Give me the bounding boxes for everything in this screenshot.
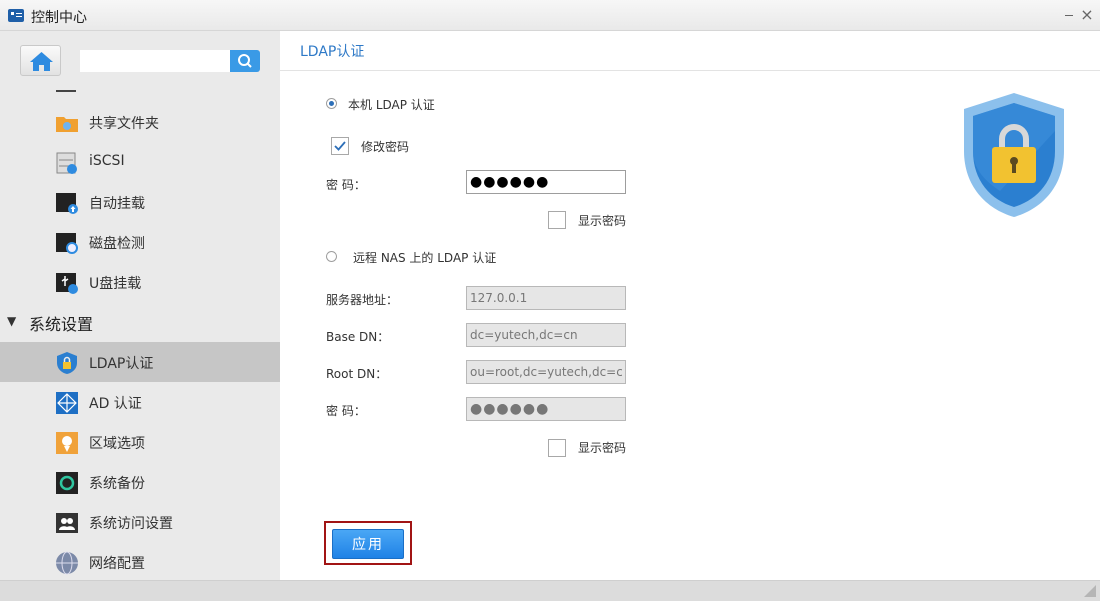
sidebar-item-label: LDAP认证 <box>89 356 154 372</box>
content-header: LDAP认证 <box>280 31 1100 71</box>
access-icon <box>56 513 78 533</box>
ldap-icon <box>57 352 77 374</box>
close-button[interactable]: × <box>1078 6 1096 24</box>
backup-icon <box>56 472 78 494</box>
title-bar: 控制中心 × <box>0 0 1100 31</box>
sidebar-item-label: 自动挂载 <box>89 196 145 212</box>
sidebar-item-partial <box>56 90 76 92</box>
shield-lock-icon <box>964 93 1064 217</box>
sidebar-item-label: 系统访问设置 <box>89 516 173 532</box>
root-dn-label: Root DN： <box>326 367 388 381</box>
search-button[interactable] <box>230 50 260 72</box>
content-panel: LDAP认证 本机 LDAP 认证 修改密码 密 码： 显示密码 远程 NAS … <box>280 31 1100 580</box>
section-label: 系统设置 <box>29 315 94 334</box>
usb-mount-icon <box>56 273 78 294</box>
show-password-checkbox-local[interactable] <box>548 211 566 229</box>
remote-ldap-label: 远程 NAS 上的 LDAP 认证 <box>353 251 497 265</box>
sidebar-item-label: 系统备份 <box>89 476 145 492</box>
sidebar-item-label: iSCSI <box>89 153 125 169</box>
show-password-label-remote: 显示密码 <box>578 441 627 455</box>
remote-password-field[interactable] <box>466 397 626 421</box>
sidebar-item-ad[interactable]: AD 认证 <box>0 382 280 422</box>
sidebar-item-disk-check[interactable]: 磁盘检测 <box>0 222 280 262</box>
home-icon <box>30 52 53 71</box>
ad-icon <box>56 392 78 414</box>
page-title: LDAP认证 <box>300 44 365 60</box>
sidebar-item-label: U盘挂载 <box>89 276 142 292</box>
sidebar-item-usb-mount[interactable]: U盘挂载 <box>0 262 280 302</box>
iscsi-icon <box>56 152 77 174</box>
server-address-label: 服务器地址： <box>326 293 399 307</box>
local-ldap-radio[interactable] <box>326 98 337 109</box>
minimize-button[interactable] <box>1060 6 1078 24</box>
disk-check-icon <box>56 233 78 254</box>
checkmark-icon <box>334 141 346 151</box>
collapse-arrow-icon: ▼ <box>7 314 17 328</box>
show-password-label-local: 显示密码 <box>578 214 627 228</box>
local-password-label: 密 码： <box>326 178 366 192</box>
region-icon <box>56 432 78 454</box>
sidebar-item-label: 网络配置 <box>89 556 145 572</box>
network-icon <box>56 551 78 575</box>
change-password-checkbox[interactable] <box>331 137 349 155</box>
sidebar: 共享文件夹 iSCSI 自动挂载 磁盘检测 U盘挂载 ▼ 系统设置 LDAP认证… <box>0 31 280 580</box>
base-dn-label: Base DN： <box>326 330 390 344</box>
root-dn-field[interactable] <box>466 360 626 384</box>
local-password-field[interactable] <box>466 170 626 194</box>
resize-grip-icon[interactable] <box>1084 585 1096 597</box>
sidebar-item-access[interactable]: 系统访问设置 <box>0 502 280 542</box>
sidebar-item-label: 区域选项 <box>89 436 145 452</box>
remote-password-label: 密 码： <box>326 404 366 418</box>
server-address-field[interactable] <box>466 286 626 310</box>
sidebar-item-label: 磁盘检测 <box>89 236 145 252</box>
change-password-label: 修改密码 <box>361 140 410 154</box>
sidebar-item-ldap[interactable]: LDAP认证 <box>0 342 280 382</box>
sidebar-item-region[interactable]: 区域选项 <box>0 422 280 462</box>
sidebar-item-network[interactable]: 网络配置 <box>0 542 280 580</box>
sidebar-item-shared-folder[interactable]: 共享文件夹 <box>0 102 280 142</box>
search-icon <box>238 54 252 68</box>
window-title: 控制中心 <box>31 10 87 26</box>
sidebar-item-label: 共享文件夹 <box>89 116 159 132</box>
apply-button[interactable]: 应用 <box>332 529 404 559</box>
sidebar-item-iscsi[interactable]: iSCSI <box>0 142 280 182</box>
sidebar-item-auto-mount[interactable]: 自动挂载 <box>0 182 280 222</box>
remote-ldap-radio[interactable] <box>326 251 337 262</box>
base-dn-field[interactable] <box>466 323 626 347</box>
section-system-settings[interactable]: ▼ 系统设置 <box>0 302 280 342</box>
auto-mount-icon <box>56 193 78 214</box>
home-button[interactable] <box>20 45 61 76</box>
show-password-checkbox-remote[interactable] <box>548 439 566 457</box>
search-input[interactable] <box>80 50 230 72</box>
control-center-icon <box>8 9 24 22</box>
sidebar-item-label: AD 认证 <box>89 396 142 412</box>
shared-folder-icon <box>56 117 78 132</box>
local-ldap-label: 本机 LDAP 认证 <box>348 98 435 112</box>
status-bar <box>0 580 1100 601</box>
sidebar-item-backup[interactable]: 系统备份 <box>0 462 280 502</box>
